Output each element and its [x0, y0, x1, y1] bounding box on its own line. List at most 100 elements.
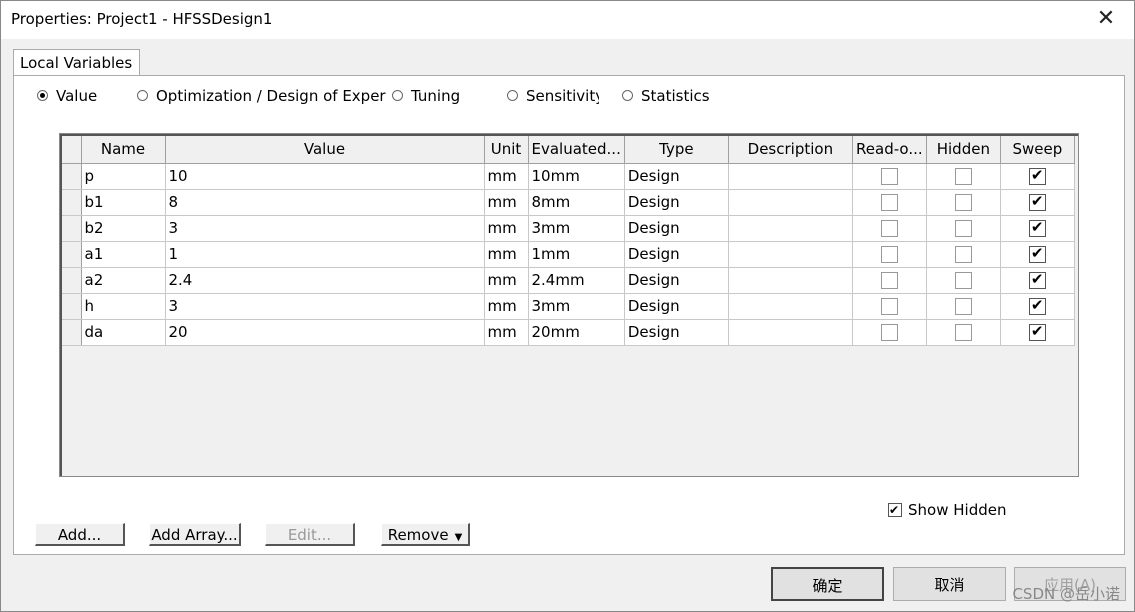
- hidden-checkbox[interactable]: [954, 220, 972, 237]
- row-header[interactable]: [62, 267, 82, 294]
- row-header[interactable]: [62, 189, 82, 216]
- row-header[interactable]: [62, 163, 82, 190]
- cell-name[interactable]: a1: [81, 241, 166, 268]
- column-header-sweep[interactable]: Sweep: [1000, 136, 1075, 164]
- cell-value[interactable]: 3: [165, 293, 485, 320]
- cell-sweep: [1000, 293, 1075, 320]
- cell-name[interactable]: b1: [81, 189, 166, 216]
- column-header-value[interactable]: Value: [165, 136, 485, 164]
- cell-value[interactable]: 8: [165, 189, 485, 216]
- sweep-checkbox[interactable]: [1028, 322, 1046, 341]
- table-row[interactable]: p 10 mm 10mm Design: [62, 163, 1075, 190]
- cell-value[interactable]: 1: [165, 241, 485, 268]
- cell-type[interactable]: Design: [624, 241, 729, 268]
- row-header[interactable]: [62, 293, 82, 320]
- cell-description[interactable]: [728, 215, 853, 242]
- readonly-checkbox[interactable]: [880, 220, 898, 237]
- cell-type[interactable]: Design: [624, 293, 729, 320]
- show-hidden-checkbox[interactable]: Show Hidden: [888, 501, 1006, 519]
- readonly-checkbox[interactable]: [880, 324, 898, 341]
- hidden-checkbox[interactable]: [954, 246, 972, 263]
- cell-hidden: [926, 293, 1001, 320]
- hidden-checkbox[interactable]: [954, 298, 972, 315]
- readonly-checkbox[interactable]: [880, 272, 898, 289]
- cell-value[interactable]: 10: [165, 163, 485, 190]
- cell-type[interactable]: Design: [624, 215, 729, 242]
- cell-name[interactable]: da: [81, 319, 166, 346]
- cell-unit[interactable]: mm: [484, 241, 529, 268]
- close-icon[interactable]: ✕: [1092, 5, 1120, 33]
- table-row[interactable]: b2 3 mm 3mm Design: [62, 215, 1075, 242]
- cell-type[interactable]: Design: [624, 163, 729, 190]
- hidden-checkbox[interactable]: [954, 272, 972, 289]
- column-header-readonly[interactable]: Read-o...: [852, 136, 927, 164]
- column-header-name[interactable]: Name: [81, 136, 166, 164]
- table-row[interactable]: h 3 mm 3mm Design: [62, 293, 1075, 320]
- cell-unit[interactable]: mm: [484, 267, 529, 294]
- radio-tuning[interactable]: Tuning: [392, 87, 460, 105]
- column-header-type[interactable]: Type: [624, 136, 729, 164]
- cell-unit[interactable]: mm: [484, 293, 529, 320]
- readonly-checkbox[interactable]: [880, 168, 898, 185]
- cell-unit[interactable]: mm: [484, 215, 529, 242]
- row-header[interactable]: [62, 215, 82, 242]
- sweep-checkbox[interactable]: [1028, 270, 1046, 289]
- column-header-evaluated[interactable]: Evaluated...: [528, 136, 625, 164]
- readonly-checkbox[interactable]: [880, 194, 898, 211]
- cell-unit[interactable]: mm: [484, 319, 529, 346]
- readonly-checkbox[interactable]: [880, 298, 898, 315]
- cell-value[interactable]: 3: [165, 215, 485, 242]
- sweep-checkbox[interactable]: [1028, 244, 1046, 263]
- cancel-button[interactable]: 取消: [893, 567, 1006, 601]
- edit-button[interactable]: Edit...: [265, 523, 355, 546]
- cell-name[interactable]: p: [81, 163, 166, 190]
- cell-value[interactable]: 2.4: [165, 267, 485, 294]
- radio-optimization[interactable]: Optimization / Design of Exper: [137, 87, 386, 105]
- cell-description[interactable]: [728, 267, 853, 294]
- sweep-checkbox[interactable]: [1028, 296, 1046, 315]
- row-header[interactable]: [62, 319, 82, 346]
- cell-type[interactable]: Design: [624, 189, 729, 216]
- radio-value[interactable]: Value: [37, 87, 97, 105]
- tab-local-variables[interactable]: Local Variables: [13, 49, 140, 76]
- ok-button[interactable]: 确定: [771, 567, 884, 601]
- add-array-button[interactable]: Add Array...: [149, 523, 241, 546]
- cell-type[interactable]: Design: [624, 267, 729, 294]
- cell-value[interactable]: 20: [165, 319, 485, 346]
- cell-description[interactable]: [728, 293, 853, 320]
- remove-label: Remove: [387, 526, 449, 544]
- cell-unit[interactable]: mm: [484, 163, 529, 190]
- column-header-description[interactable]: Description: [728, 136, 853, 164]
- hidden-checkbox[interactable]: [954, 324, 972, 341]
- cell-sweep: [1000, 163, 1075, 190]
- cell-name[interactable]: b2: [81, 215, 166, 242]
- cell-description[interactable]: [728, 189, 853, 216]
- readonly-checkbox[interactable]: [880, 246, 898, 263]
- cell-description[interactable]: [728, 241, 853, 268]
- sweep-checkbox[interactable]: [1028, 166, 1046, 185]
- remove-button[interactable]: Remove ▼: [381, 523, 470, 546]
- cell-type[interactable]: Design: [624, 319, 729, 346]
- cell-description[interactable]: [728, 163, 853, 190]
- add-button[interactable]: Add...: [35, 523, 125, 546]
- radio-sensitivity[interactable]: Sensitivity: [507, 87, 599, 105]
- column-header-unit[interactable]: Unit: [484, 136, 529, 164]
- cell-readonly: [852, 267, 927, 294]
- cell-name[interactable]: h: [81, 293, 166, 320]
- table-row[interactable]: da 20 mm 20mm Design: [62, 319, 1075, 346]
- cell-sweep: [1000, 319, 1075, 346]
- cell-description[interactable]: [728, 319, 853, 346]
- sweep-checkbox[interactable]: [1028, 192, 1046, 211]
- table-row[interactable]: a2 2.4 mm 2.4mm Design: [62, 267, 1075, 294]
- cell-hidden: [926, 215, 1001, 242]
- cell-unit[interactable]: mm: [484, 189, 529, 216]
- hidden-checkbox[interactable]: [954, 168, 972, 185]
- sweep-checkbox[interactable]: [1028, 218, 1046, 237]
- hidden-checkbox[interactable]: [954, 194, 972, 211]
- row-header[interactable]: [62, 241, 82, 268]
- cell-name[interactable]: a2: [81, 267, 166, 294]
- table-row[interactable]: b1 8 mm 8mm Design: [62, 189, 1075, 216]
- table-row[interactable]: a1 1 mm 1mm Design: [62, 241, 1075, 268]
- radio-statistics[interactable]: Statistics: [622, 87, 710, 105]
- column-header-hidden[interactable]: Hidden: [926, 136, 1001, 164]
